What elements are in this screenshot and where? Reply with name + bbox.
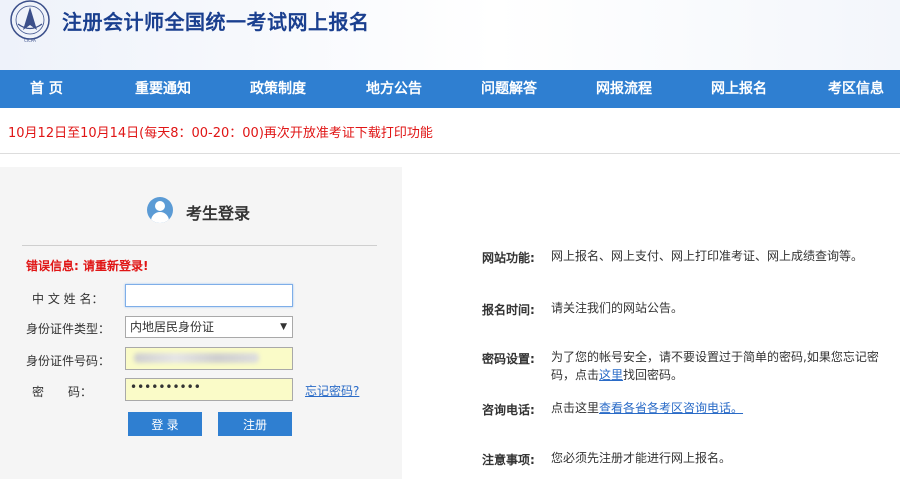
password-setting-text: 为了您的帐号安全，请不要设置过于简单的密码,如果您忘记密码，点击这里找回密码。 [551, 348, 881, 384]
phone-text-prefix: 点击这里 [551, 401, 600, 415]
notice-banner[interactable]: 10月12日至10月14日(每天8：00-20：00)再次开放准考证下载打印功能 [8, 122, 433, 141]
time-label: 报名时间: [482, 303, 535, 317]
name-label: 中 文 姓 名： [32, 292, 104, 306]
name-input[interactable] [125, 284, 293, 307]
password-dots: •••••••••• [130, 380, 201, 394]
login-title: 考生登录 [186, 204, 251, 223]
login-button[interactable]: 登 录 [128, 412, 202, 436]
id-type-value: 内地居民身份证 [130, 320, 215, 334]
main-nav: 首 页 重要通知 政策制度 地方公告 问题解答 网报流程 网上报名 考区信息 [0, 70, 900, 108]
site-header: CICPA 注册会计师全国统一考试网上报名 [0, 0, 900, 70]
site-title: 注册会计师全国统一考试网上报名 [62, 10, 370, 34]
nav-faq[interactable]: 问题解答 [481, 70, 537, 108]
password-setting-label: 密码设置: [482, 352, 535, 366]
divider [0, 153, 900, 154]
notes-label: 注意事项: [482, 453, 535, 467]
time-text: 请关注我们的网站公告。 [551, 301, 684, 315]
id-number-label: 身份证件号码： [26, 354, 111, 368]
password-recover-link[interactable]: 这里 [599, 368, 623, 382]
blurred-id-number [134, 353, 259, 363]
password-setting-text-2: 找回密码。 [623, 368, 684, 382]
dropdown-arrow-icon: ▼ [280, 322, 287, 332]
svg-text:CICPA: CICPA [24, 38, 36, 43]
function-text: 网上报名、网上支付、网上打印准考证、网上成绩查询等。 [551, 249, 864, 263]
user-avatar-icon [147, 197, 173, 223]
login-divider [22, 245, 377, 246]
nav-policies[interactable]: 政策制度 [250, 70, 306, 108]
phone-text: 点击这里查看各省各考区咨询电话。 [551, 399, 881, 417]
cicpa-logo-icon: CICPA [10, 0, 50, 43]
phone-label: 咨询电话: [482, 403, 535, 417]
error-message: 错误信息: 请重新登录! [26, 259, 149, 273]
password-input[interactable]: •••••••••• [125, 378, 293, 401]
id-type-label: 身份证件类型： [26, 322, 111, 336]
notes-text: 您必须先注册才能进行网上报名。 [551, 451, 732, 465]
nav-online-registration[interactable]: 网上报名 [711, 70, 767, 108]
forgot-password-link[interactable]: 忘记密码? [305, 382, 359, 399]
nav-exam-area-info[interactable]: 考区信息 [828, 70, 884, 108]
nav-registration-process[interactable]: 网报流程 [596, 70, 652, 108]
function-label: 网站功能: [482, 251, 535, 265]
phone-link[interactable]: 查看各省各考区咨询电话。 [599, 401, 743, 415]
id-number-input[interactable] [125, 347, 293, 370]
nav-local-announcements[interactable]: 地方公告 [366, 70, 422, 108]
register-button[interactable]: 注册 [218, 412, 292, 436]
nav-home[interactable]: 首 页 [30, 70, 63, 108]
id-type-select[interactable]: 内地居民身份证 ▼ [125, 316, 293, 338]
password-label: 密 码： [32, 385, 93, 399]
nav-important-notices[interactable]: 重要通知 [135, 70, 191, 108]
